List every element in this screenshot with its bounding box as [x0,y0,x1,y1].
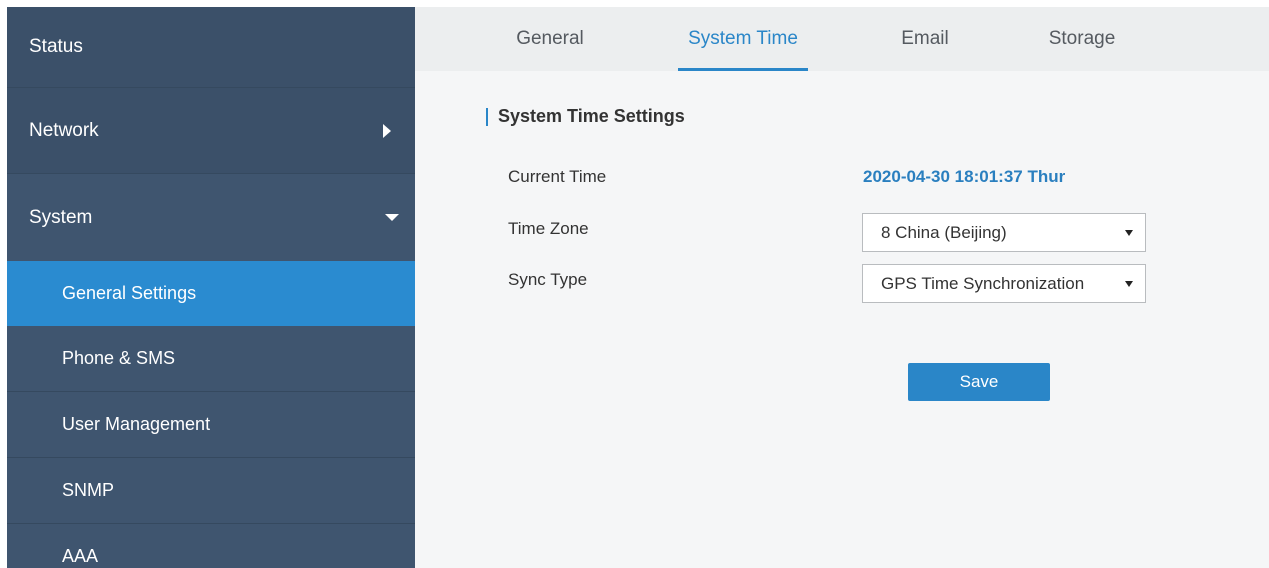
tab-label: General [516,28,584,49]
tab-general[interactable]: General [495,7,605,71]
app-frame: Status Network System General Settings P… [7,7,1269,568]
tab-system-time[interactable]: System Time [678,7,808,71]
sync-type-select[interactable]: GPS Time Synchronization [862,264,1146,303]
section-title: System Time Settings [486,106,685,127]
sidebar-item-aaa[interactable]: AAA [7,524,415,568]
sidebar-item-label: General Settings [62,283,197,303]
time-zone-selected-value: 8 China (Beijing) [881,222,1007,242]
tab-bar: General System Time Email Storage [415,7,1269,71]
sidebar-item-label: Phone & SMS [62,348,176,368]
chevron-right-icon [383,123,391,138]
chevron-down-icon [385,213,399,221]
tab-label: Storage [1048,28,1116,49]
sidebar-item-label: System [29,206,93,228]
sidebar-item-label: Network [29,119,99,141]
sidebar-item-label: Status [29,36,83,57]
sidebar-item-snmp[interactable]: SNMP [7,458,415,523]
sidebar-item-general-settings[interactable]: General Settings [7,261,415,326]
sidebar-item-status[interactable]: Status [7,7,415,87]
sidebar-item-system[interactable]: System [7,174,415,261]
tab-storage[interactable]: Storage [1032,7,1132,71]
current-time-value: 2020-04-30 18:01:37 Thur [863,167,1066,186]
sync-type-label: Sync Type [508,270,588,289]
dropdown-arrow-icon [1125,229,1133,236]
dropdown-arrow-icon [1125,280,1133,287]
sidebar-item-label: AAA [62,546,99,566]
save-button[interactable]: Save [908,363,1050,401]
time-zone-select[interactable]: 8 China (Beijing) [862,213,1146,252]
sync-type-selected-value: GPS Time Synchronization [881,273,1085,293]
main-content: General System Time Email Storage System… [415,7,1269,568]
tab-label: System Time [688,28,798,49]
sidebar-item-user-management[interactable]: User Management [7,392,415,457]
tab-email[interactable]: Email [875,7,975,71]
current-time-label: Current Time [508,167,607,186]
sidebar-item-label: SNMP [62,480,115,500]
sidebar: Status Network System General Settings P… [7,7,415,568]
time-zone-label: Time Zone [508,219,589,238]
sidebar-item-label: User Management [62,414,211,434]
sidebar-item-phone-sms[interactable]: Phone & SMS [7,326,415,391]
tab-label: Email [901,28,949,49]
sidebar-item-network[interactable]: Network [7,88,415,173]
